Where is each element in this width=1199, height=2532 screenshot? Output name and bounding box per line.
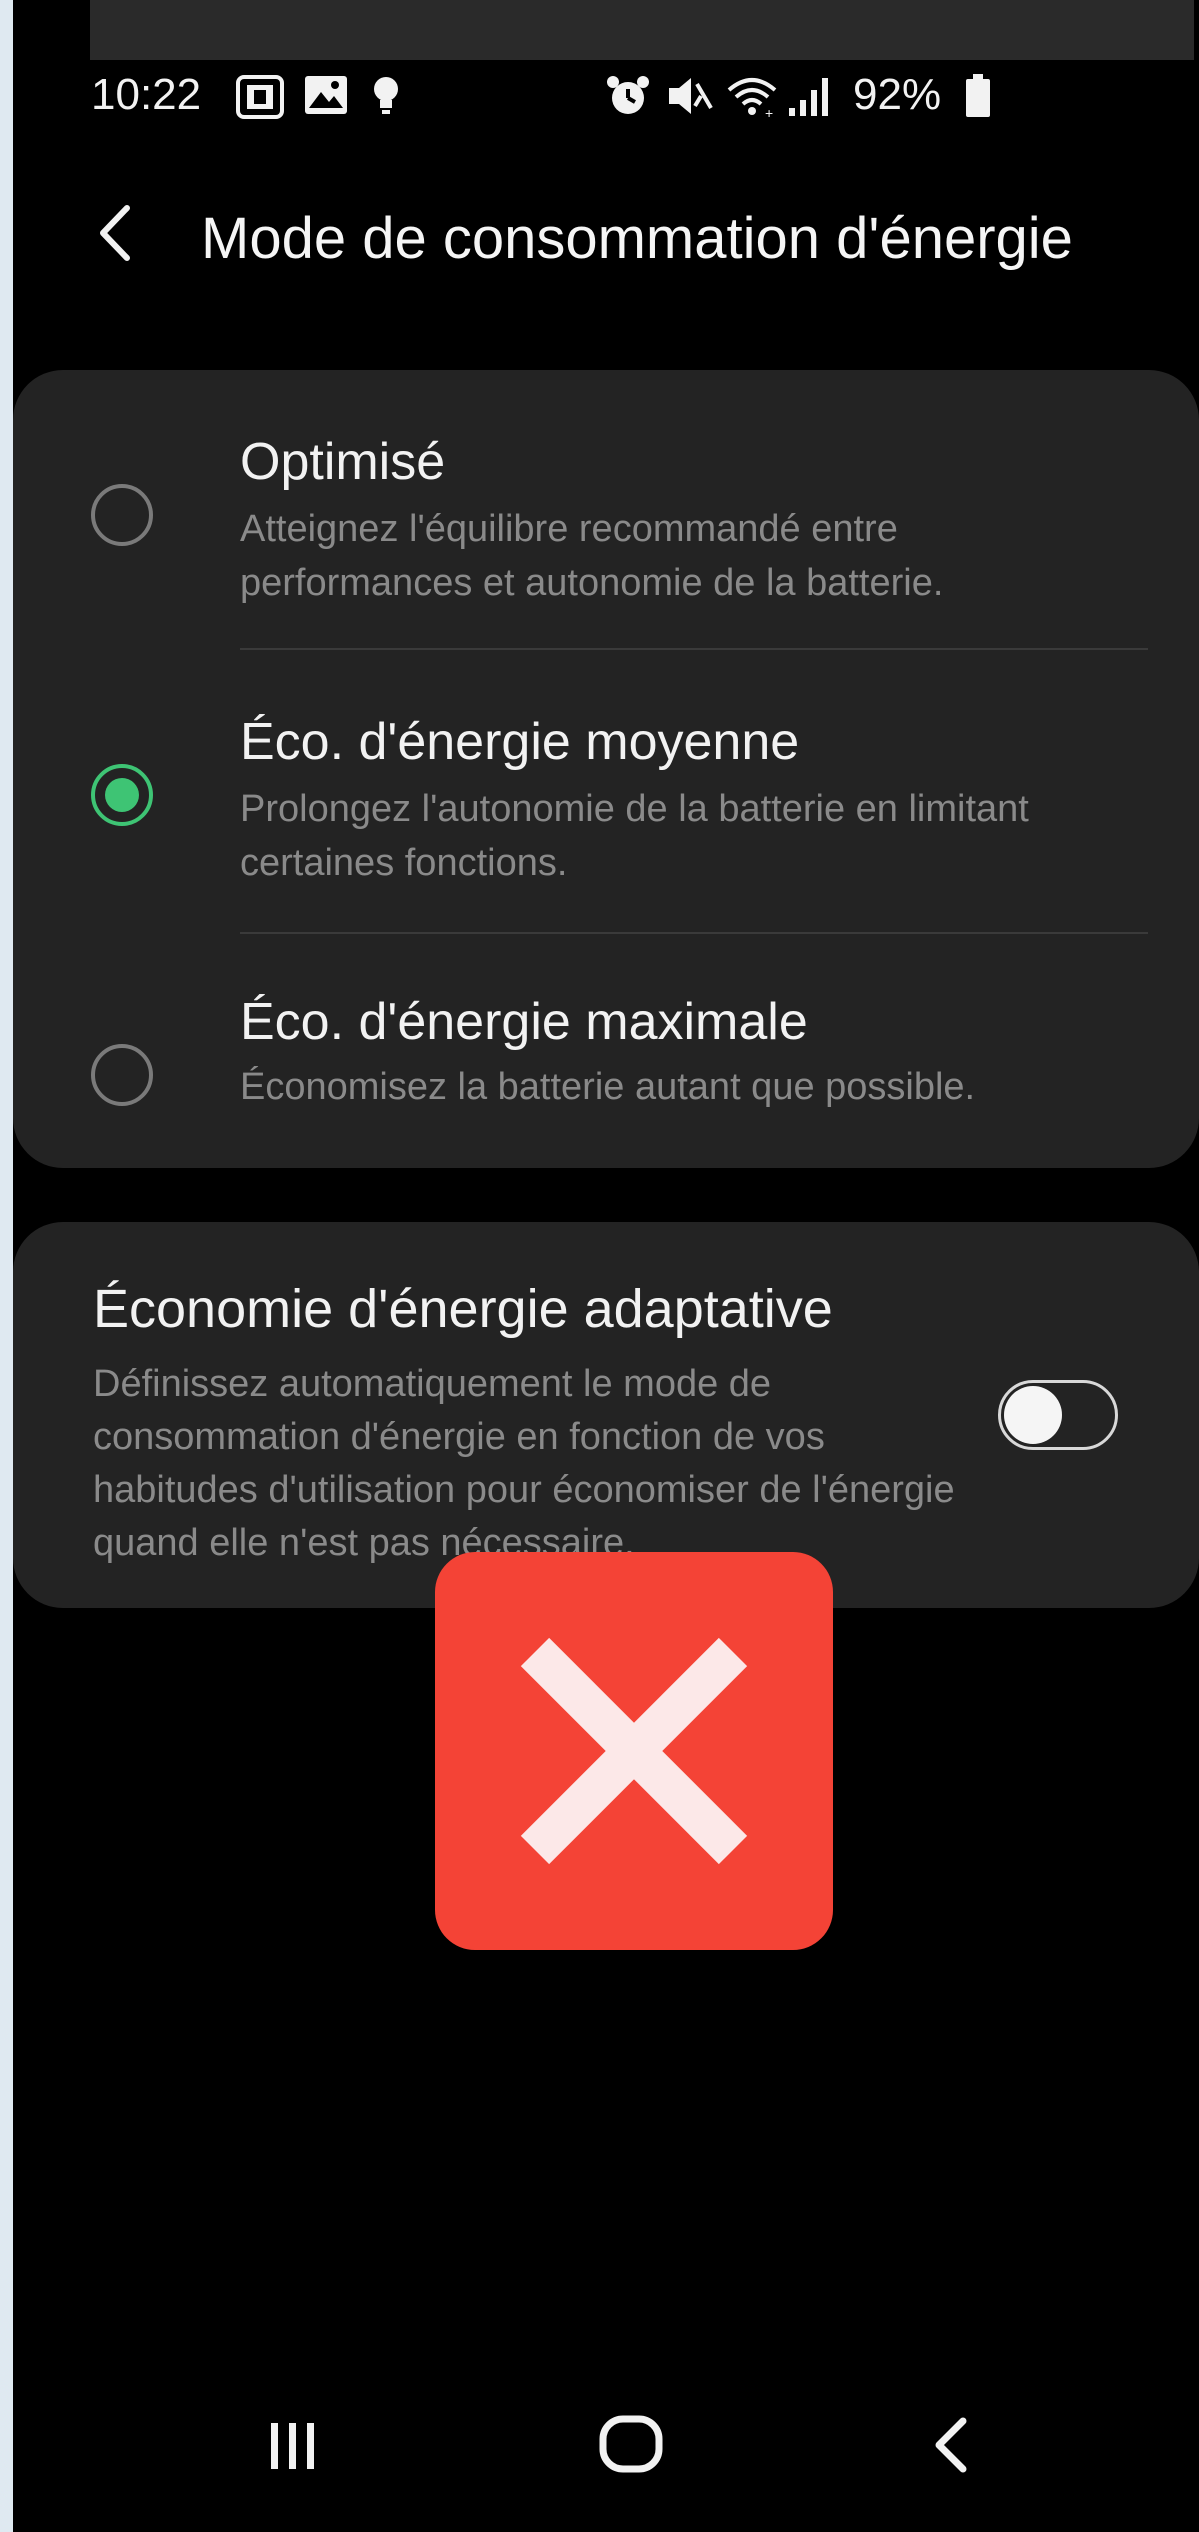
chevron-left-icon xyxy=(91,205,141,272)
close-icon xyxy=(435,1637,833,1954)
top-band xyxy=(90,0,1194,60)
radio-selected-dot xyxy=(105,778,139,812)
sim-card-icon xyxy=(235,74,285,125)
option-eco-maximale[interactable]: Éco. d'énergie maximale Économisez la ba… xyxy=(13,932,1199,1168)
image-icon xyxy=(303,74,349,121)
wifi-icon: + xyxy=(725,74,779,123)
status-bar: 10:22 + 92% xyxy=(13,60,1199,130)
option-title: Optimisé xyxy=(240,433,446,491)
home-icon xyxy=(581,2415,681,2499)
back-button[interactable] xyxy=(91,198,151,278)
radio-eco-maximale[interactable] xyxy=(91,1044,153,1106)
back-nav-button[interactable] xyxy=(903,2395,1003,2495)
adaptive-power-card[interactable]: Économie d'énergie adaptative Définissez… xyxy=(13,1222,1199,1608)
radio-optimise[interactable] xyxy=(91,484,153,546)
power-mode-card: Optimisé Atteignez l'équilibre recommand… xyxy=(13,370,1199,1168)
status-time: 10:22 xyxy=(91,70,202,119)
page-title: Mode de consommation d'énergie xyxy=(201,206,1073,271)
bulb-icon xyxy=(371,74,401,123)
battery-icon xyxy=(965,74,991,123)
home-button[interactable] xyxy=(581,2395,681,2495)
alarm-icon xyxy=(605,74,651,123)
phone-screen: 10:22 + 92% Mode de consommation d'énerg… xyxy=(13,0,1199,2532)
adaptive-title: Économie d'énergie adaptative xyxy=(93,1279,833,1339)
option-title: Éco. d'énergie moyenne xyxy=(240,713,800,771)
error-overlay xyxy=(435,1552,833,1950)
option-description: Prolongez l'autonomie de la batterie en … xyxy=(240,788,1029,884)
svg-text:+: + xyxy=(765,105,773,118)
recent-apps-icon xyxy=(243,2423,343,2499)
battery-percent: 92% xyxy=(853,70,942,119)
signal-icon xyxy=(787,74,833,123)
option-optimise[interactable]: Optimisé Atteignez l'équilibre recommand… xyxy=(13,370,1199,650)
radio-eco-moyenne[interactable] xyxy=(91,764,153,826)
option-description: Économisez la batterie autant que possib… xyxy=(240,1066,976,1108)
option-title: Éco. d'énergie maximale xyxy=(240,993,808,1051)
adaptive-toggle[interactable] xyxy=(998,1380,1118,1450)
option-eco-moyenne[interactable]: Éco. d'énergie moyenne Prolongez l'auton… xyxy=(13,650,1199,930)
adaptive-description: Définissez automatiquement le mode de co… xyxy=(93,1363,955,1564)
back-icon xyxy=(903,2417,1003,2499)
mute-icon xyxy=(665,74,715,123)
option-description: Atteignez l'équilibre recommandé entre p… xyxy=(240,508,944,604)
recent-apps-button[interactable] xyxy=(243,2395,343,2495)
toggle-knob xyxy=(1004,1386,1062,1444)
